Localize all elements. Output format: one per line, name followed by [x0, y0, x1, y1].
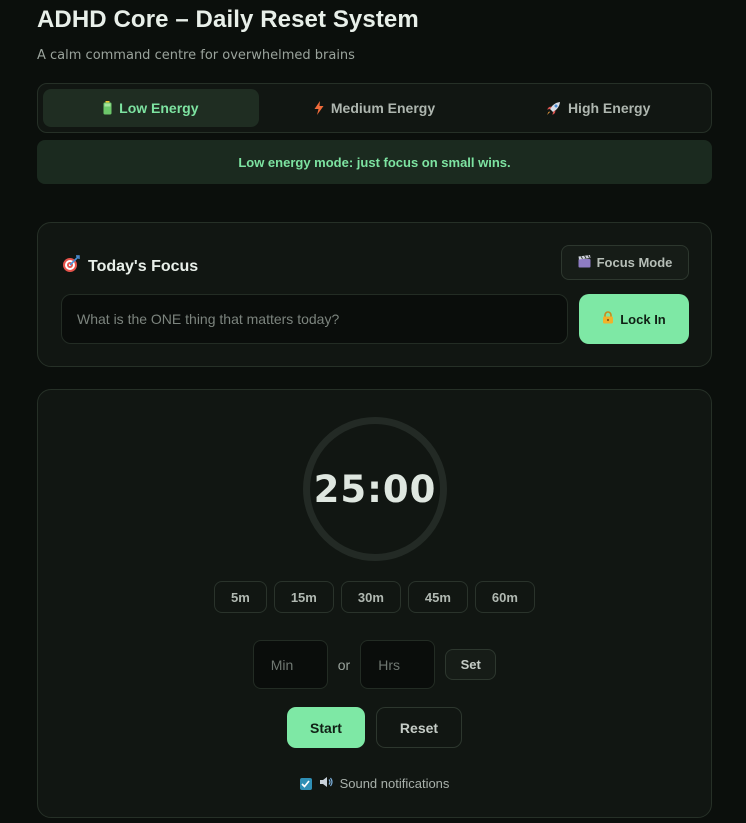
- custom-time-row: or Set: [38, 640, 711, 689]
- focus-mode-label: Focus Mode: [596, 255, 673, 270]
- energy-selector: Low Energy Medium Energy High Energy: [37, 83, 712, 133]
- or-separator: or: [337, 656, 351, 673]
- set-time-button[interactable]: Set: [445, 649, 497, 680]
- energy-low-button[interactable]: Low Energy: [43, 89, 259, 127]
- sound-label: Sound notifications: [339, 776, 450, 791]
- focus-input[interactable]: [61, 294, 568, 344]
- focus-title-label: Today's Focus: [88, 257, 199, 275]
- preset-60m-button[interactable]: 60m: [474, 581, 535, 613]
- timer-card: 25:00 5m 15m 30m 45m 60m or Set Start Re…: [37, 389, 712, 818]
- lightning-icon: [314, 101, 324, 115]
- focus-card: Today's Focus Focus Mode Lock In: [37, 222, 712, 367]
- focus-mode-button[interactable]: Focus Mode: [561, 245, 689, 280]
- page-subtitle: A calm command centre for overwhelmed br…: [37, 48, 355, 63]
- energy-message: Low energy mode: just focus on small win…: [37, 140, 712, 184]
- minutes-input[interactable]: [252, 640, 328, 689]
- energy-high-button[interactable]: High Energy: [490, 89, 706, 127]
- focus-heading: Today's Focus: [62, 255, 198, 278]
- preset-5m-button[interactable]: 5m: [214, 581, 267, 613]
- lock-icon: [602, 311, 614, 327]
- preset-45m-button[interactable]: 45m: [407, 581, 468, 613]
- timer-actions: Start Reset: [38, 707, 711, 748]
- checkmark-icon: [301, 779, 310, 788]
- energy-medium-label: Medium Energy: [330, 100, 436, 116]
- reset-button[interactable]: Reset: [376, 707, 462, 748]
- timer-presets: 5m 15m 30m 45m 60m: [38, 581, 711, 613]
- energy-medium-button[interactable]: Medium Energy: [267, 89, 483, 127]
- timer-display: 25:00: [313, 467, 437, 511]
- preset-30m-button[interactable]: 30m: [340, 581, 401, 613]
- timer-ring: 25:00: [303, 417, 447, 561]
- rocket-icon: [546, 101, 561, 116]
- battery-icon: [103, 101, 112, 115]
- start-button[interactable]: Start: [287, 707, 365, 748]
- clapperboard-icon: [578, 254, 591, 271]
- hours-input[interactable]: [360, 640, 436, 689]
- sound-notifications-row: Sound notifications: [38, 776, 711, 791]
- preset-15m-button[interactable]: 15m: [273, 581, 334, 613]
- energy-low-label: Low Energy: [119, 100, 199, 116]
- speaker-icon: [319, 776, 333, 791]
- lock-in-label: Lock In: [620, 311, 666, 327]
- target-icon: [62, 255, 80, 278]
- sound-checkbox[interactable]: [299, 777, 312, 790]
- lock-in-button[interactable]: Lock In: [579, 294, 689, 344]
- page-title: ADHD Core – Daily Reset System: [37, 6, 419, 33]
- energy-high-label: High Energy: [567, 100, 651, 116]
